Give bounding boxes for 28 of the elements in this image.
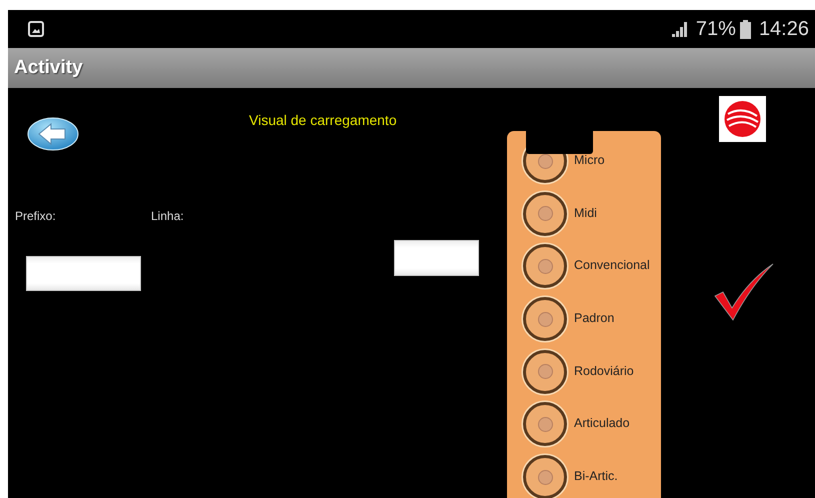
radio-label: Articulado — [574, 416, 630, 430]
radio-button[interactable] — [523, 402, 567, 446]
prefix-field[interactable] — [26, 256, 141, 291]
clock: 14:26 — [758, 18, 809, 40]
radio-label: Convencional — [574, 258, 650, 272]
screen-title: Visual de carregamento — [249, 112, 397, 128]
line-field[interactable] — [394, 240, 479, 276]
radio-button[interactable] — [523, 350, 567, 394]
image-icon — [28, 21, 44, 37]
app-title: Activity — [14, 57, 83, 79]
signal-icon — [672, 21, 690, 37]
battery-icon — [740, 20, 751, 38]
line-label: Linha: — [151, 209, 184, 223]
battery-percent: 71% — [696, 18, 736, 40]
radio-label: Midi — [574, 206, 597, 220]
logo-icon — [719, 96, 766, 142]
radio-button[interactable] — [523, 244, 567, 288]
notch-overlay — [526, 131, 593, 154]
prefix-label: Prefixo: — [15, 209, 57, 223]
radio-button[interactable] — [523, 192, 567, 236]
confirm-button[interactable] — [713, 262, 775, 322]
back-button[interactable] — [27, 117, 79, 151]
radio-button[interactable] — [523, 455, 567, 498]
radio-button[interactable] — [523, 297, 567, 342]
radio-label: Bi-Artic. — [574, 469, 618, 484]
radio-label: Rodoviário — [574, 364, 634, 378]
radio-label: Micro — [574, 153, 605, 167]
radio-label: Padron — [574, 311, 614, 326]
